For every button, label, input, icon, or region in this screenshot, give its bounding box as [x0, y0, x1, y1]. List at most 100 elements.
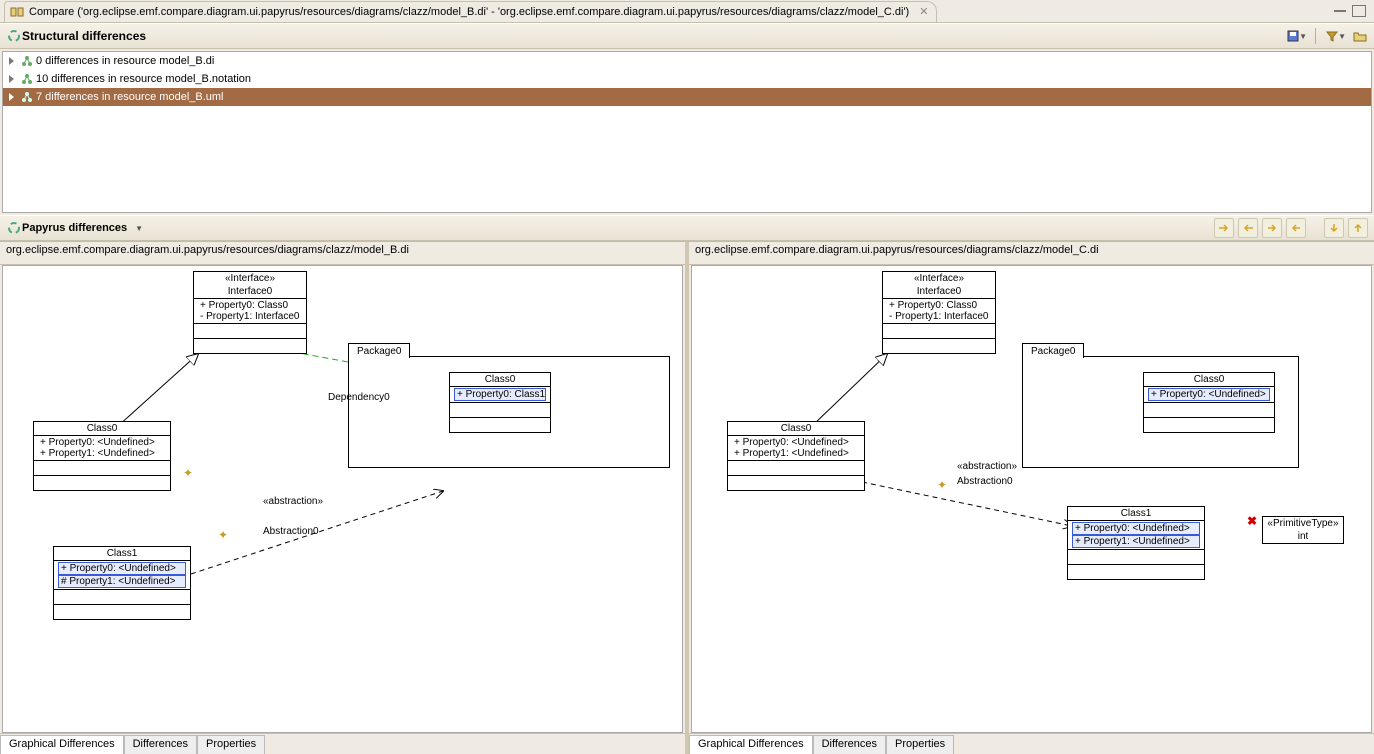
uml-class1[interactable]: Class1 + Property0: <Undefined> # Proper…: [53, 546, 191, 620]
package-name: Package0: [348, 343, 410, 358]
classifier-name: Interface0: [883, 285, 995, 299]
copy-left-button[interactable]: [1286, 218, 1306, 238]
delete-marker-icon: ✖: [1247, 514, 1257, 528]
right-bottom-tabs: Graphical Differences Differences Proper…: [689, 733, 1374, 754]
resource-diff-icon: [20, 54, 34, 68]
save-dropdown[interactable]: ▼: [1285, 28, 1307, 44]
structural-diff-header: Structural differences ▼ ▼: [0, 23, 1374, 49]
property-label: + Property0: <Undefined>: [1072, 522, 1200, 535]
abstraction-stereo-label: «abstraction»: [957, 461, 1017, 472]
tree-row-label: 0 differences in resource model_B.di: [36, 55, 214, 67]
papyrus-diff-title: Papyrus differences: [22, 222, 127, 234]
uml-interface0[interactable]: «Interface» Interface0 + Property0: Clas…: [193, 271, 307, 354]
uml-class0-in-package[interactable]: Class0 + Property0: Class1: [449, 372, 551, 433]
editor-tab[interactable]: Compare ('org.eclipse.emf.compare.diagra…: [4, 1, 937, 22]
copy-right-button[interactable]: [1262, 218, 1282, 238]
expand-icon[interactable]: [9, 93, 14, 101]
change-marker-icon: ✦: [937, 478, 947, 492]
toolbar-separator: [1315, 28, 1316, 44]
left-canvas[interactable]: «Interface» Interface0 + Property0: Clas…: [2, 265, 683, 733]
structural-diff-title: Structural differences: [22, 29, 146, 43]
tree-row[interactable]: 0 differences in resource model_B.di: [3, 52, 1371, 70]
classifier-name: Class0: [1144, 373, 1274, 387]
classifier-name: Class0: [728, 422, 864, 436]
uml-interface0[interactable]: «Interface» Interface0 + Property0: Clas…: [882, 271, 996, 354]
dropdown-icon[interactable]: ▼: [135, 224, 143, 233]
right-path-label: org.eclipse.emf.compare.diagram.ui.papyr…: [689, 242, 1374, 265]
classifier-name: Interface0: [194, 285, 306, 299]
change-marker-icon: ✦: [183, 466, 193, 480]
swirl-icon: [6, 220, 22, 236]
uml-primitivetype-int[interactable]: «PrimitiveType» int: [1262, 516, 1344, 544]
property-label: + Property0: Class0: [198, 300, 302, 311]
property-label: + Property0: Class1: [454, 388, 546, 401]
diagram-split: org.eclipse.emf.compare.diagram.ui.papyr…: [0, 241, 1374, 754]
left-pane: org.eclipse.emf.compare.diagram.ui.papyr…: [0, 242, 685, 754]
uml-class0[interactable]: Class0 + Property0: <Undefined> + Proper…: [727, 421, 865, 491]
tree-row[interactable]: 10 differences in resource model_B.notat…: [3, 70, 1371, 88]
classifier-name: Class1: [54, 547, 190, 561]
right-pane: org.eclipse.emf.compare.diagram.ui.papyr…: [685, 242, 1374, 754]
uml-package0[interactable]: Package0 Class0 + Property0: <Undefined>: [1022, 356, 1299, 468]
stereotype-label: «Interface»: [194, 272, 306, 285]
copy-all-left-button[interactable]: [1238, 218, 1258, 238]
uml-class0[interactable]: Class0 + Property0: <Undefined> + Proper…: [33, 421, 171, 491]
editor-tab-label: Compare ('org.eclipse.emf.compare.diagra…: [29, 6, 909, 18]
compare-icon: [9, 4, 25, 20]
stereotype-label: «Interface»: [883, 272, 995, 285]
tab-differences[interactable]: Differences: [124, 735, 197, 754]
left-connectors: [3, 266, 682, 732]
diff-tree[interactable]: 0 differences in resource model_B.di 10 …: [2, 51, 1372, 213]
maximize-icon[interactable]: [1352, 5, 1366, 17]
right-canvas[interactable]: «Interface» Interface0 + Property0: Clas…: [691, 265, 1372, 733]
left-bottom-tabs: Graphical Differences Differences Proper…: [0, 733, 685, 754]
prev-diff-button[interactable]: [1348, 218, 1368, 238]
property-label: + Property0: <Undefined>: [732, 437, 860, 448]
left-path-label: org.eclipse.emf.compare.diagram.ui.papyr…: [0, 242, 685, 265]
property-label: + Property0: Class0: [887, 300, 991, 311]
next-diff-button[interactable]: [1324, 218, 1344, 238]
property-label: + Property1: <Undefined>: [732, 448, 860, 459]
uml-class1[interactable]: Class1 + Property0: <Undefined> + Proper…: [1067, 506, 1205, 580]
papyrus-diff-header: Papyrus differences ▼: [0, 215, 1374, 241]
package-name: Package0: [1022, 343, 1084, 358]
swirl-icon: [6, 28, 22, 44]
minimize-icon[interactable]: [1334, 5, 1346, 12]
editor-tab-bar: Compare ('org.eclipse.emf.compare.diagra…: [0, 0, 1374, 23]
folder-open-icon[interactable]: [1352, 28, 1368, 44]
property-label: + Property0: <Undefined>: [58, 562, 186, 575]
abstraction-stereo-label: «abstraction»: [263, 496, 323, 507]
window-controls: [1334, 5, 1374, 17]
property-label: + Property0: <Undefined>: [38, 437, 166, 448]
uml-class0-in-package[interactable]: Class0 + Property0: <Undefined>: [1143, 372, 1275, 433]
change-marker-icon: ✦: [218, 528, 228, 542]
tab-graphical-differences[interactable]: Graphical Differences: [0, 735, 124, 754]
tab-properties[interactable]: Properties: [886, 735, 954, 754]
classifier-name: int: [1263, 530, 1343, 543]
resource-diff-icon: [20, 90, 34, 104]
tree-row[interactable]: 7 differences in resource model_B.uml: [3, 88, 1371, 106]
property-label: + Property1: <Undefined>: [38, 448, 166, 459]
property-label: + Property0: <Undefined>: [1148, 388, 1270, 401]
resource-diff-icon: [20, 72, 34, 86]
classifier-name: Class1: [1068, 507, 1204, 521]
close-icon[interactable]: ✕: [919, 5, 928, 18]
expand-icon[interactable]: [9, 75, 14, 83]
tab-differences[interactable]: Differences: [813, 735, 886, 754]
abstraction-name-label: Abstraction0: [263, 526, 319, 537]
property-label: - Property1: Interface0: [887, 311, 991, 322]
tree-row-label: 10 differences in resource model_B.notat…: [36, 73, 251, 85]
copy-all-right-button[interactable]: [1214, 218, 1234, 238]
property-label: - Property1: Interface0: [198, 311, 302, 322]
stereotype-label: «PrimitiveType»: [1263, 517, 1343, 530]
uml-package0[interactable]: Package0 Class0 + Property0: Class1: [348, 356, 670, 468]
classifier-name: Class0: [34, 422, 170, 436]
property-label: # Property1: <Undefined>: [58, 575, 186, 588]
tab-properties[interactable]: Properties: [197, 735, 265, 754]
dependency-label: Dependency0: [328, 392, 390, 403]
expand-icon[interactable]: [9, 57, 14, 65]
property-label: + Property1: <Undefined>: [1072, 535, 1200, 548]
filter-dropdown[interactable]: ▼: [1324, 28, 1346, 44]
tab-graphical-differences[interactable]: Graphical Differences: [689, 735, 813, 754]
tree-row-label: 7 differences in resource model_B.uml: [36, 91, 224, 103]
